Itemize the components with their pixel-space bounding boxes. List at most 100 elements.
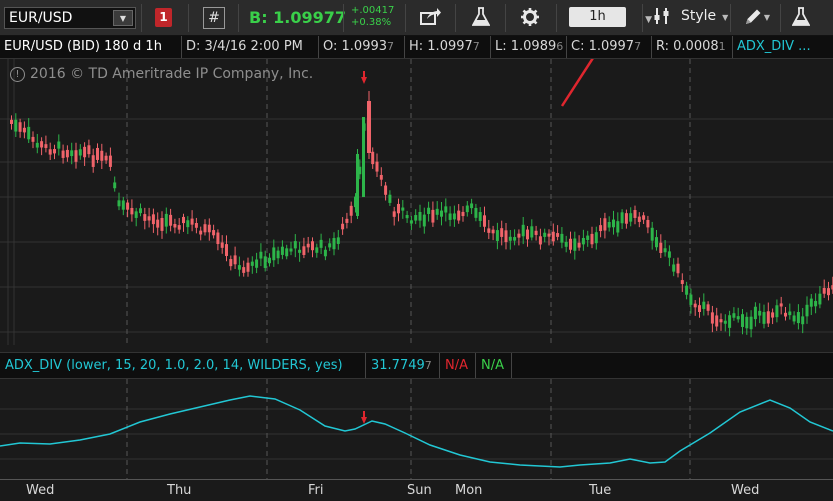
hash-button[interactable]: # [203, 7, 225, 29]
candle-body [440, 210, 443, 217]
share-icon[interactable] [419, 7, 443, 29]
candle-body [70, 150, 74, 157]
candle-body [448, 213, 452, 220]
change-display: +.00417 +0.38% [351, 5, 394, 29]
candle-body [775, 305, 779, 318]
timeframe-label[interactable]: 1h [589, 9, 606, 24]
candle-body [293, 241, 297, 249]
candle-body [534, 230, 538, 235]
candle-body [710, 312, 714, 324]
chevron-down-icon[interactable]: ▼ [722, 13, 728, 22]
chevron-down-icon[interactable]: ▼ [645, 15, 652, 25]
candle-body [741, 314, 744, 327]
candle-body [212, 230, 216, 236]
candle-body [827, 288, 830, 296]
candle-body [10, 119, 13, 124]
candle-body [573, 238, 577, 251]
style-label[interactable]: Style [681, 8, 716, 24]
candle-body [104, 155, 108, 161]
candle-body [121, 200, 125, 210]
divider [642, 4, 643, 32]
divider [730, 4, 731, 32]
candle-body [530, 226, 534, 238]
low-value: L: 1.0989 [495, 39, 557, 54]
candle-body [22, 127, 26, 133]
candle-body [53, 149, 56, 154]
candle-body [78, 149, 82, 156]
candle-body [328, 243, 332, 248]
candle-body [14, 119, 18, 132]
candle-body [336, 237, 340, 244]
candle-body [87, 145, 91, 155]
candle-body [190, 218, 194, 225]
high-field: H: 1.09977 [405, 36, 491, 58]
candle-body [461, 211, 465, 217]
price-chart[interactable] [0, 37, 833, 345]
candle-body [569, 238, 572, 250]
candle-body [397, 203, 400, 214]
candle-body [551, 231, 555, 242]
style-settings-icon[interactable] [652, 7, 672, 29]
candle-body [796, 312, 800, 324]
candle-body [289, 248, 293, 252]
candle-body [35, 142, 39, 148]
candle-body [586, 235, 590, 240]
candle-body [667, 251, 671, 258]
flask-icon[interactable] [469, 7, 493, 29]
candle-body [762, 312, 766, 324]
candle-body [177, 225, 181, 230]
candle-body [237, 265, 241, 270]
x-label-fri: Fri [308, 483, 324, 498]
divider [556, 4, 557, 32]
candle-body [61, 150, 65, 158]
copyright-text: 2016 © TD Ameritrade IP Company, Inc. [30, 66, 314, 82]
lower-study-label[interactable]: ADX_DIV (lower, 15, 20, 1.0, 2.0, 14, WI… [0, 353, 366, 378]
candle-body [624, 213, 628, 224]
alert-badge[interactable]: 1 [155, 8, 172, 27]
candle-body [655, 237, 658, 248]
candle-body [48, 149, 52, 155]
candle-body [538, 236, 542, 245]
style-button[interactable]: Style ▼ [681, 8, 728, 24]
chevron-down-icon[interactable]: ▼ [761, 7, 773, 29]
candle-body [792, 315, 796, 322]
candle-body [422, 214, 426, 227]
candle-body [315, 247, 319, 253]
open-value: O: 1.0993 [323, 39, 388, 54]
candle-body [409, 220, 413, 224]
range-tail: 1 [718, 40, 726, 53]
candle-body [702, 301, 706, 309]
candle-body [659, 242, 663, 253]
candle-body [581, 237, 585, 245]
candle-body [491, 229, 495, 234]
gear-icon[interactable] [518, 7, 542, 29]
candle-body [74, 150, 78, 162]
symbol-selector[interactable]: EUR/USD ▼ [4, 7, 136, 29]
candle-body [513, 237, 517, 241]
candle-body [487, 228, 491, 233]
lower-study-value: 31.77497 [366, 353, 440, 378]
symbol-text[interactable]: EUR/USD [9, 10, 72, 26]
high-value: H: 1.0997 [409, 39, 473, 54]
candle-body [250, 261, 254, 266]
adx-chart-canvas[interactable] [0, 379, 833, 479]
candle-body [590, 233, 594, 245]
timeframe-button[interactable]: 1h ▼ [569, 7, 652, 27]
candle-body [182, 216, 185, 224]
candle-body [620, 212, 624, 224]
chart-title: EUR/USD (BID) 180 d 1h [0, 36, 182, 58]
candle-body [560, 233, 564, 243]
chevron-down-icon[interactable]: ▼ [113, 10, 133, 26]
candle-body [139, 208, 142, 214]
flask-icon[interactable] [789, 7, 813, 29]
candle-body [723, 320, 727, 324]
candle-body [388, 194, 392, 203]
candle-body [311, 241, 314, 251]
x-label-mon: Mon [455, 483, 483, 498]
candle-body [753, 306, 757, 320]
price-chart-canvas[interactable] [0, 37, 833, 345]
adx-chart[interactable] [0, 379, 833, 479]
candle-body [371, 151, 375, 165]
candle-body [465, 205, 469, 213]
study-label[interactable]: ADX_DIV ... [733, 36, 833, 58]
